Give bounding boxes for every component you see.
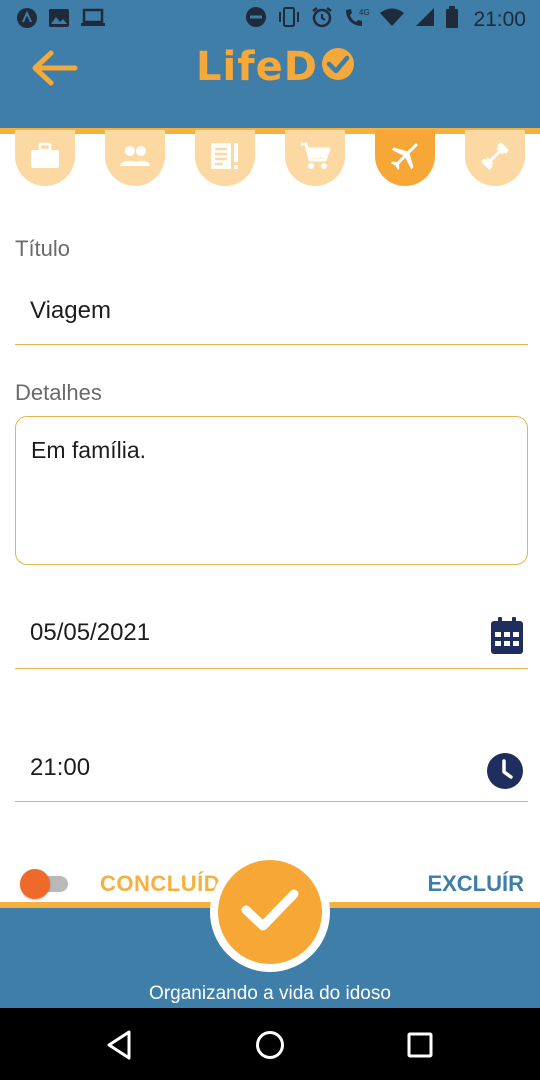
category-work[interactable] [15, 130, 75, 186]
app-logo: LifeD [196, 42, 356, 92]
calendar-icon[interactable] [490, 617, 524, 660]
triangle-back-icon [103, 1030, 137, 1066]
title-field[interactable]: Viagem [15, 285, 528, 345]
category-travel[interactable] [375, 130, 435, 186]
clock-icon[interactable] [486, 752, 524, 795]
date-value: 05/05/2021 [30, 619, 151, 646]
notes-icon [209, 141, 241, 176]
done-toggle[interactable] [20, 869, 70, 899]
delete-button[interactable]: EXCLUÍR [427, 871, 524, 897]
time-field[interactable]: 21:00 [15, 740, 528, 802]
category-notes[interactable] [195, 130, 255, 186]
save-button-circle [218, 860, 322, 964]
wifi-calling-icon: 4G [343, 6, 370, 33]
nav-back-button[interactable] [103, 1028, 137, 1062]
category-selector [0, 130, 540, 190]
category-shopping[interactable] [285, 130, 345, 186]
airplane-icon [387, 138, 423, 179]
cart-icon [299, 141, 331, 176]
square-recents-icon [403, 1032, 437, 1066]
status-bar: 4G 21:00 [0, 0, 540, 36]
back-button[interactable] [26, 46, 82, 94]
app-header: LifeD [0, 36, 540, 128]
clock-time: 21:00 [473, 7, 526, 31]
time-value: 21:00 [30, 754, 91, 781]
details-label: Detalhes [15, 380, 102, 405]
app-icon [16, 7, 38, 34]
circle-home-icon [253, 1031, 287, 1066]
category-family[interactable] [105, 130, 165, 186]
do-not-disturb-icon [245, 6, 267, 33]
dumbbell-icon [478, 139, 512, 178]
image-icon [48, 8, 70, 33]
nav-recents-button[interactable] [403, 1028, 437, 1062]
wifi-icon [379, 7, 405, 32]
category-exercise[interactable] [465, 130, 525, 186]
arrow-left-icon [29, 48, 79, 93]
title-label: Título [15, 236, 71, 261]
toggle-knob [20, 869, 50, 899]
vibrate-icon [277, 6, 301, 33]
laptop-icon [80, 8, 106, 33]
check-icon [238, 884, 302, 941]
battery-icon [445, 6, 459, 33]
people-icon [118, 144, 152, 173]
save-button[interactable] [210, 852, 330, 972]
svg-text:4G: 4G [359, 8, 369, 17]
alarm-icon [311, 6, 333, 33]
briefcase-icon [29, 142, 61, 175]
date-field[interactable]: 05/05/2021 [15, 605, 528, 669]
system-nav-bar [0, 1008, 540, 1080]
signal-icon [415, 7, 435, 32]
logo-check-icon [320, 46, 356, 92]
details-value: Em família. [31, 437, 147, 463]
footer-tagline: Organizando a vida do idoso [149, 983, 391, 1004]
nav-home-button[interactable] [253, 1028, 287, 1062]
title-value: Viagem [30, 297, 111, 324]
logo-text: LifeD [196, 44, 318, 90]
details-field[interactable]: Em família. [15, 416, 528, 565]
